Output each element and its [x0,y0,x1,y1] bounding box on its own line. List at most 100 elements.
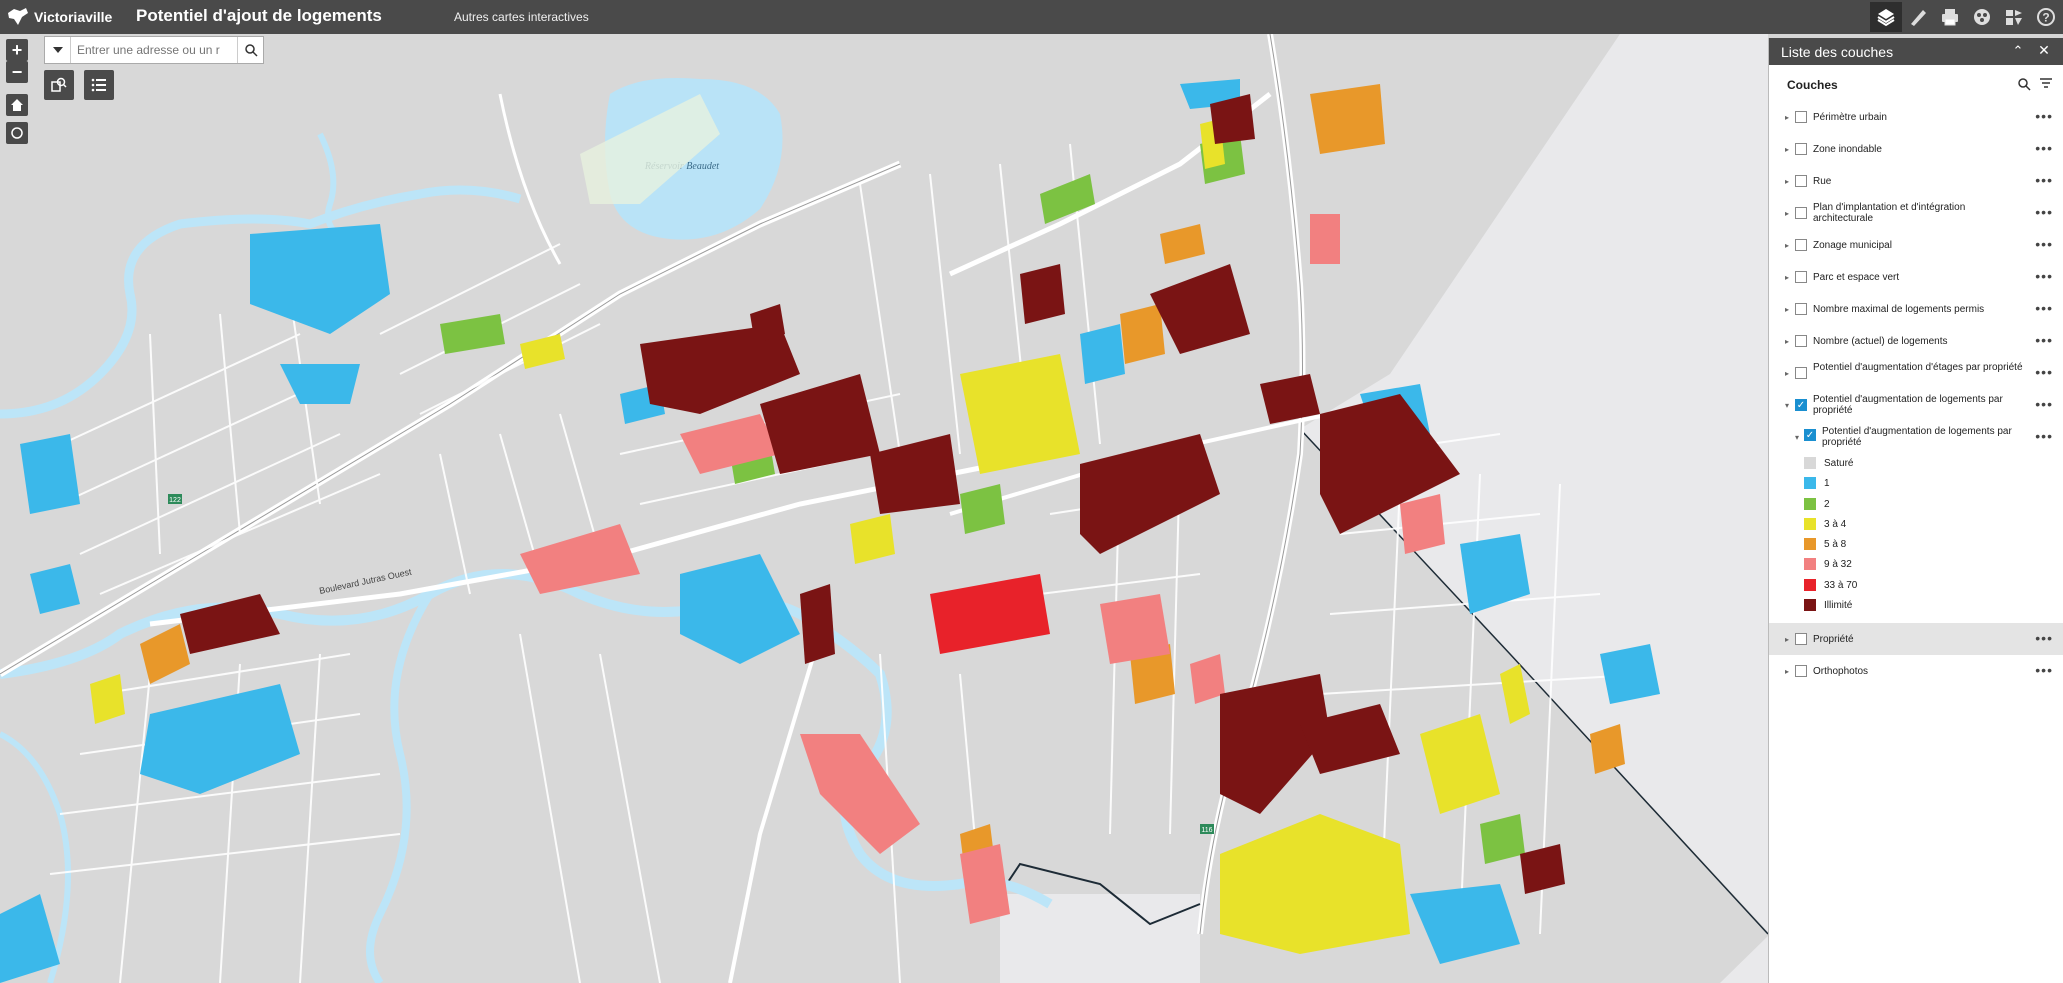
layers-heading: Couches [1787,78,1838,92]
measure-icon [1911,10,1926,26]
layer-checkbox[interactable] [1795,175,1807,187]
legend-swatch [1804,497,1816,510]
layer-item[interactable]: ▸ Plan d'implantation et d'intégration ar… [1769,197,2063,229]
expand-caret-icon[interactable]: ▸ [1785,635,1789,644]
locate-button[interactable] [6,122,28,144]
app-header: Victoriaville Potentiel d'ajout de logem… [0,0,2063,34]
legend-item: 2 [1769,494,2063,514]
analysis-button[interactable] [1998,2,2030,32]
more-options-icon[interactable]: ••• [2035,300,2053,316]
layer-checkbox[interactable] [1795,335,1807,347]
search-button[interactable] [237,37,263,63]
filter-icon[interactable] [2039,77,2053,91]
more-options-icon[interactable]: ••• [2035,396,2053,412]
expand-caret-icon[interactable]: ▾ [1795,433,1799,442]
layer-item[interactable]: ▸ Périmètre urbain ••• [1769,101,2063,133]
river-southwest [366,591,434,983]
layer-checkbox[interactable] [1795,303,1807,315]
legend-item: 3 à 4 [1769,514,2063,534]
search-icon[interactable] [2017,77,2031,91]
victoriaville-logo[interactable]: Victoriaville [6,6,112,28]
more-options-icon[interactable]: ••• [2035,108,2053,124]
layer-item[interactable]: ▸ Nombre maximal de logements permis ••• [1769,293,2063,325]
more-options-icon[interactable]: ••• [2035,172,2053,188]
expand-caret-icon[interactable]: ▸ [1785,369,1789,378]
expand-caret-icon[interactable]: ▸ [1785,145,1789,154]
layer-label: Parc et espace vert [1813,272,1900,283]
layer-checkbox[interactable] [1795,207,1807,219]
layers-button[interactable] [1870,2,1902,32]
print-button[interactable] [1934,2,1966,32]
more-options-icon[interactable]: ••• [2035,428,2053,444]
expand-caret-icon[interactable]: ▸ [1785,667,1789,676]
layer-checkbox[interactable] [1795,239,1807,251]
expand-caret-icon[interactable]: ▸ [1785,113,1789,122]
legend-tool-button[interactable] [84,70,114,100]
layer-checkbox[interactable] [1795,665,1807,678]
query-tool-button[interactable] [44,70,74,100]
more-options-icon[interactable]: ••• [2035,332,2053,348]
close-icon[interactable]: ✕ [2035,42,2053,60]
search-source-dropdown[interactable] [45,37,71,63]
measure-button[interactable] [1902,2,1934,32]
search-icon [244,44,258,57]
more-options-icon[interactable]: ••• [2035,140,2053,156]
expand-caret-icon[interactable]: ▾ [1785,401,1789,410]
expand-caret-icon[interactable]: ▸ [1785,305,1789,314]
zoom-in-button[interactable]: + [6,39,28,61]
chevron-down-icon [52,47,63,53]
more-options-icon[interactable]: ••• [2035,204,2053,220]
legend-label: 3 à 4 [1824,518,1847,530]
layer-item[interactable]: ▾ ✓ Potentiel d'augmentation de logements … [1769,389,2063,421]
layer-checkbox[interactable] [1795,143,1807,155]
more-options-icon[interactable]: ••• [2035,662,2053,678]
home-button[interactable] [6,94,28,116]
layer-label: Zonage municipal [1813,240,1892,251]
help-button[interactable]: ? [2030,2,2062,32]
zoom-out-button[interactable]: − [6,61,28,83]
address-search [44,36,264,64]
layer-checkbox[interactable] [1795,111,1807,123]
expand-caret-icon[interactable]: ▸ [1785,177,1789,186]
other-maps-link[interactable]: Autres cartes interactives [454,10,589,24]
layer-item[interactable]: ▸ Parc et espace vert ••• [1769,261,2063,293]
home-icon [11,99,23,111]
help-icon: ? [2037,8,2055,26]
layer-item[interactable]: ▸ Nombre (actuel) de logements ••• [1769,325,2063,357]
more-options-icon[interactable]: ••• [2035,364,2053,380]
panel-subheader: Couches [1769,65,2063,101]
layer-item[interactable]: ▸ Potentiel d'augmentation d'étages par p… [1769,357,2063,389]
collapse-icon[interactable]: ⌃ [2009,43,2027,61]
expand-caret-icon[interactable]: ▸ [1785,241,1789,250]
map-canvas: Réservoir Beaudet [0,34,1768,983]
layer-item[interactable]: ▸ Orthophotos ••• [1769,655,2063,687]
more-options-icon[interactable]: ••• [2035,236,2053,252]
layer-label: Potentiel d'augmentation de logements pa… [1813,394,2003,416]
sublayer-item[interactable]: ▾ ✓ Potentiel d'augmentation de logements … [1769,421,2063,453]
basemap-icon [1974,9,1990,25]
layer-label: Rue [1813,176,1832,187]
layer-checkbox[interactable]: ✓ [1804,429,1816,441]
expand-caret-icon[interactable]: ▸ [1785,273,1789,282]
layer-checkbox[interactable] [1795,271,1807,283]
more-options-icon[interactable]: ••• [2035,630,2053,646]
layer-checkbox[interactable] [1795,367,1807,379]
route-122-label: 122 [169,497,181,504]
map-view[interactable]: Réservoir Beaudet [0,34,1768,983]
parcels-33-70 [930,574,1050,654]
panel-header: Liste des couches ⌃ ✕ [1769,38,2063,65]
layer-item[interactable]: ▸ Propriété ••• [1769,623,2063,656]
layer-checkbox[interactable] [1795,633,1807,646]
layer-item[interactable]: ▸ Zonage municipal ••• [1769,229,2063,261]
expand-caret-icon[interactable]: ▸ [1785,337,1789,346]
layer-item[interactable]: ▸ Rue ••• [1769,165,2063,197]
legend-item: 33 à 70 [1769,575,2063,595]
search-input[interactable] [71,38,237,62]
layer-checkbox[interactable]: ✓ [1795,399,1807,411]
basemap-button[interactable] [1966,2,1998,32]
expand-caret-icon[interactable]: ▸ [1785,209,1789,218]
logo-icon [8,8,28,25]
layer-item[interactable]: ▸ Zone inondable ••• [1769,133,2063,165]
more-options-icon[interactable]: ••• [2035,268,2053,284]
outside-area-south [1000,894,1200,983]
